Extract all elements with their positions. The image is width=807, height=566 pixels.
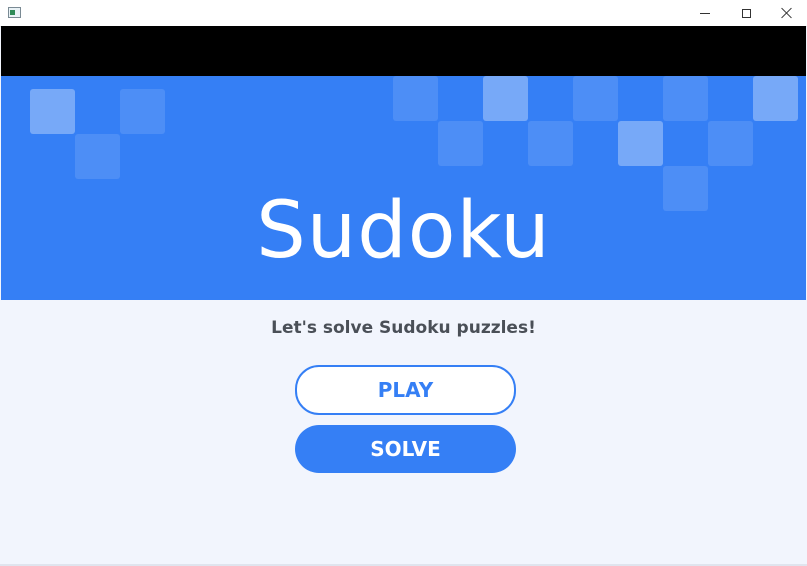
decor-tile [663,76,708,121]
decor-tile [30,89,75,134]
close-button[interactable] [767,0,807,26]
app-icon [8,7,21,18]
app-title: Sudoku [256,186,551,276]
decor-tile [438,121,483,166]
decor-tile [120,89,165,134]
solve-button-label: SOLVE [370,437,441,461]
window-titlebar [0,0,807,27]
minimize-button[interactable] [685,0,725,26]
close-icon [781,7,793,19]
decor-tile [708,121,753,166]
decor-tile [753,76,798,121]
decor-tile [393,76,438,121]
decor-tile [573,76,618,121]
maximize-icon [741,8,751,18]
minimize-icon [700,12,710,14]
play-button-label: PLAY [377,378,434,402]
hero-banner: Sudoku [1,76,806,300]
subtitle-text: Let's solve Sudoku puzzles! [271,318,536,338]
decor-tile [528,121,573,166]
decor-tile [618,121,663,166]
solve-button[interactable]: SOLVE [295,425,516,473]
decor-tile [75,134,120,179]
maximize-button[interactable] [726,0,766,26]
play-button[interactable]: PLAY [295,365,516,415]
decor-tile [483,76,528,121]
header-black-bar [1,26,806,76]
